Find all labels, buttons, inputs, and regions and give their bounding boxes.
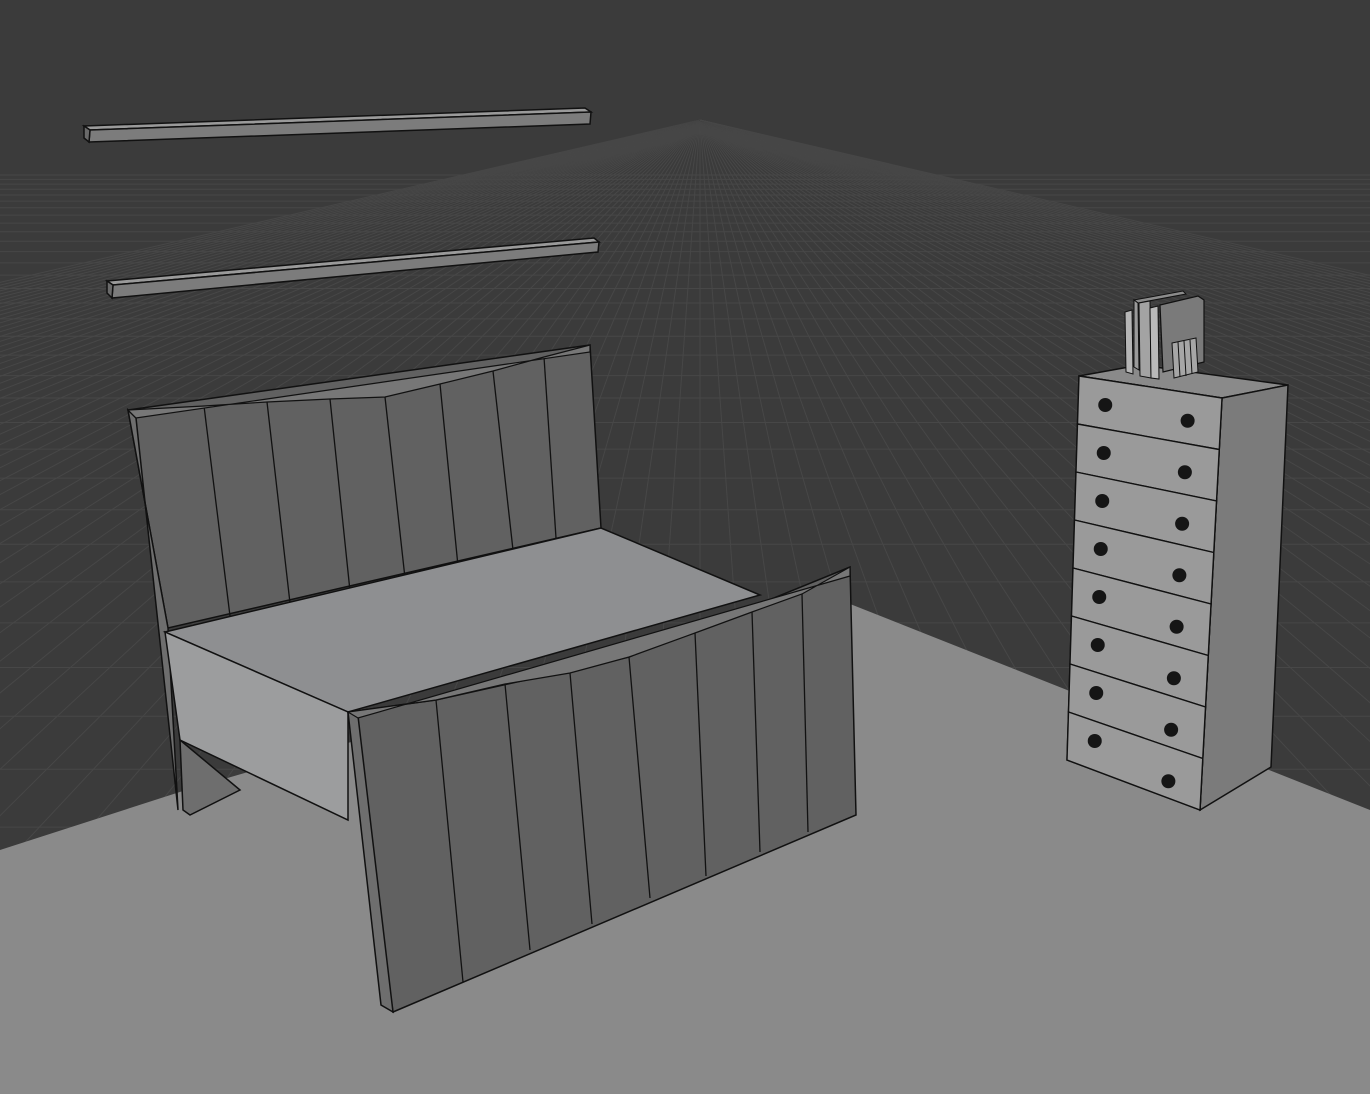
drawer-knob[interactable] [1161,774,1176,789]
viewport-canvas[interactable] [0,0,1370,1094]
drawer-knob[interactable] [1092,590,1107,604]
drawer-knob[interactable] [1172,568,1187,583]
drawer-knob[interactable] [1096,446,1111,460]
drawer-knob[interactable] [1093,542,1108,556]
drawer-knob[interactable] [1169,619,1184,634]
drawer-knob[interactable] [1164,722,1179,737]
drawer-knob[interactable] [1098,398,1113,412]
drawer-knob[interactable] [1090,638,1105,652]
drawer-knob[interactable] [1180,413,1195,428]
dresser-drawers [1066,375,1223,811]
drawer-knob[interactable] [1095,494,1110,508]
drawer-knob[interactable] [1177,465,1192,480]
tall-dresser[interactable] [1066,364,1289,812]
drawer-knob[interactable] [1175,516,1190,531]
books[interactable] [1124,290,1205,380]
3d-viewport[interactable] [0,0,1370,1094]
drawer-knob[interactable] [1089,686,1104,700]
drawer-knob[interactable] [1087,734,1102,748]
drawer-knob[interactable] [1166,671,1181,686]
